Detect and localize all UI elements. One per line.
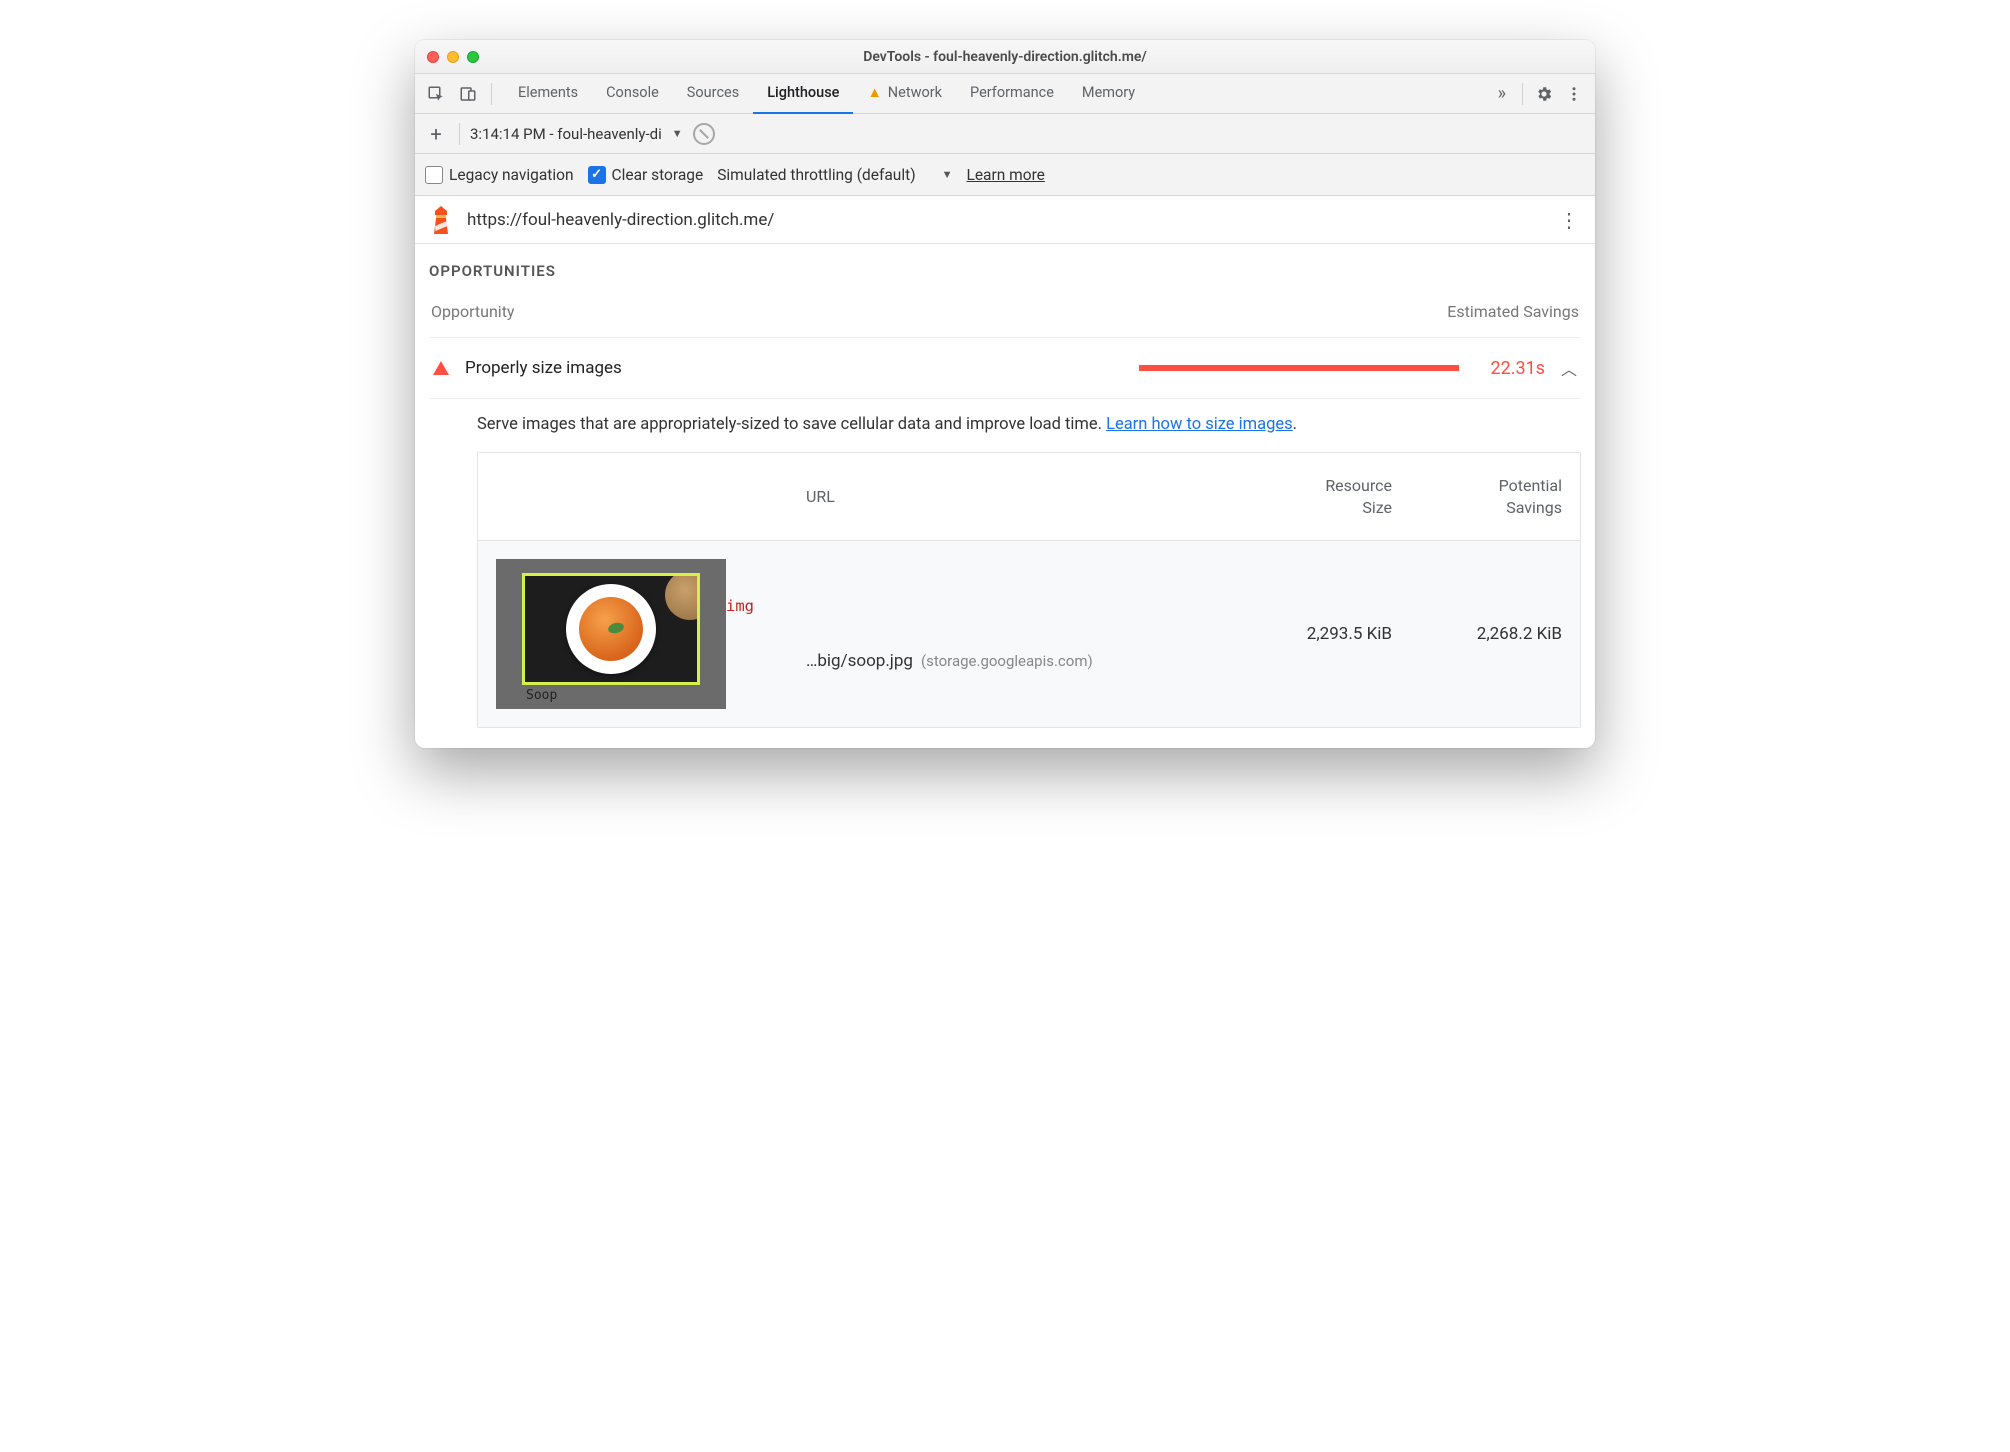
legacy-navigation-checkbox[interactable] — [425, 166, 443, 184]
col-savings-label-2: Savings — [1392, 497, 1562, 519]
throttling-label: Simulated throttling (default) — [717, 166, 915, 184]
resource-size: 2,293.5 KiB — [1242, 624, 1392, 644]
col-size-label-1: Resource — [1242, 475, 1392, 497]
lighthouse-logo-icon — [429, 206, 453, 234]
fail-triangle-icon — [433, 361, 449, 375]
thumb-caption: Soop — [526, 688, 557, 703]
resource-table-head: URL Resource Size Potential Savings — [478, 453, 1580, 541]
device-toolbar-icon[interactable] — [453, 79, 483, 109]
opportunities-columns: Opportunity Estimated Savings — [429, 302, 1581, 321]
tab-performance[interactable]: Performance — [956, 74, 1068, 114]
audit-properly-size-images[interactable]: Properly size images 22.31s ︿ — [429, 337, 1581, 399]
resource-potential-savings: 2,268.2 KiB — [1392, 624, 1562, 644]
col-url-label: URL — [756, 487, 1242, 506]
audit-learn-link[interactable]: Learn how to size images — [1106, 415, 1293, 434]
inspect-element-icon[interactable] — [421, 79, 451, 109]
col-savings-label-1: Potential — [1392, 475, 1562, 497]
tab-elements[interactable]: Elements — [504, 74, 592, 114]
collapse-chevron-icon[interactable]: ︿ — [1561, 356, 1577, 380]
tab-lighthouse[interactable]: Lighthouse — [753, 74, 853, 114]
resource-host: (storage.googleapis.com) — [921, 652, 1093, 670]
legacy-navigation-label: Legacy navigation — [449, 166, 574, 184]
warning-icon: ▲ — [867, 84, 881, 101]
titlebar: DevTools - foul-heavenly-direction.glitc… — [415, 40, 1595, 74]
element-tag: img — [726, 597, 1242, 615]
clear-storage-checkbox[interactable] — [588, 166, 606, 184]
lighthouse-toolbar: + 3:14:14 PM - foul-heavenly-di ▼ — [415, 114, 1595, 154]
clear-storage-label: Clear storage — [612, 166, 704, 184]
report-selector[interactable]: 3:14:14 PM - foul-heavenly-di ▼ — [470, 125, 683, 143]
report-selector-label: 3:14:14 PM - foul-heavenly-di — [470, 125, 662, 143]
resource-row[interactable]: Soop img …big/soop.jpg (storage.googleap… — [478, 541, 1580, 727]
audit-savings-value: 22.31s — [1475, 358, 1545, 379]
audit-desc-text: Serve images that are appropriately-size… — [477, 415, 1106, 434]
clear-report-icon[interactable] — [693, 123, 715, 145]
col-savings-label: Estimated Savings — [1447, 302, 1579, 321]
audit-description: Serve images that are appropriately-size… — [429, 399, 1581, 452]
tab-network[interactable]: ▲ Network — [853, 74, 956, 114]
lighthouse-options-bar: Legacy navigation Clear storage Simulate… — [415, 154, 1595, 196]
report-menu-icon[interactable]: ⋮ — [1557, 208, 1581, 232]
col-size-label-2: Size — [1242, 497, 1392, 519]
tab-console[interactable]: Console — [592, 74, 673, 114]
settings-gear-icon[interactable] — [1529, 79, 1559, 109]
dropdown-caret-icon: ▼ — [672, 127, 683, 140]
savings-bar — [1139, 365, 1459, 371]
report-url-bar: https://foul-heavenly-direction.glitch.m… — [415, 196, 1595, 244]
report-body: OPPORTUNITIES Opportunity Estimated Savi… — [415, 244, 1595, 748]
tab-sources[interactable]: Sources — [673, 74, 753, 114]
zoom-window-button[interactable] — [467, 51, 479, 63]
minimize-window-button[interactable] — [447, 51, 459, 63]
close-window-button[interactable] — [427, 51, 439, 63]
resource-thumbnail: Soop — [496, 559, 726, 709]
traffic-lights — [427, 51, 479, 63]
separator — [459, 123, 460, 145]
more-options-icon[interactable] — [1559, 79, 1589, 109]
tab-network-label: Network — [888, 84, 942, 101]
devtools-window: DevTools - foul-heavenly-direction.glitc… — [415, 40, 1595, 748]
throttling-selector[interactable]: Simulated throttling (default) ▼ — [717, 166, 952, 184]
audit-desc-post: . — [1293, 415, 1297, 434]
clear-storage-option[interactable]: Clear storage — [588, 166, 704, 184]
resource-url-cell: img …big/soop.jpg (storage.googleapis.co… — [756, 597, 1242, 671]
tab-memory[interactable]: Memory — [1068, 74, 1149, 114]
separator — [1522, 83, 1523, 105]
more-tabs-icon[interactable]: » — [1488, 83, 1516, 104]
audit-title: Properly size images — [465, 358, 622, 378]
learn-more-link[interactable]: Learn more — [966, 166, 1044, 184]
separator — [491, 83, 492, 105]
opportunities-heading: OPPORTUNITIES — [429, 262, 1581, 280]
new-report-button[interactable]: + — [423, 121, 449, 147]
window-title: DevTools - foul-heavenly-direction.glitc… — [415, 49, 1595, 65]
resource-table: URL Resource Size Potential Savings Soop — [477, 452, 1581, 728]
resource-path: …big/soop.jpg — [806, 651, 913, 671]
report-url: https://foul-heavenly-direction.glitch.m… — [467, 210, 774, 230]
legacy-navigation-option[interactable]: Legacy navigation — [425, 166, 574, 184]
panel-tabs: Elements Console Sources Lighthouse ▲ Ne… — [504, 74, 1149, 114]
dropdown-caret-icon: ▼ — [942, 168, 953, 181]
col-opportunity-label: Opportunity — [431, 302, 515, 321]
devtools-tabbar: Elements Console Sources Lighthouse ▲ Ne… — [415, 74, 1595, 114]
